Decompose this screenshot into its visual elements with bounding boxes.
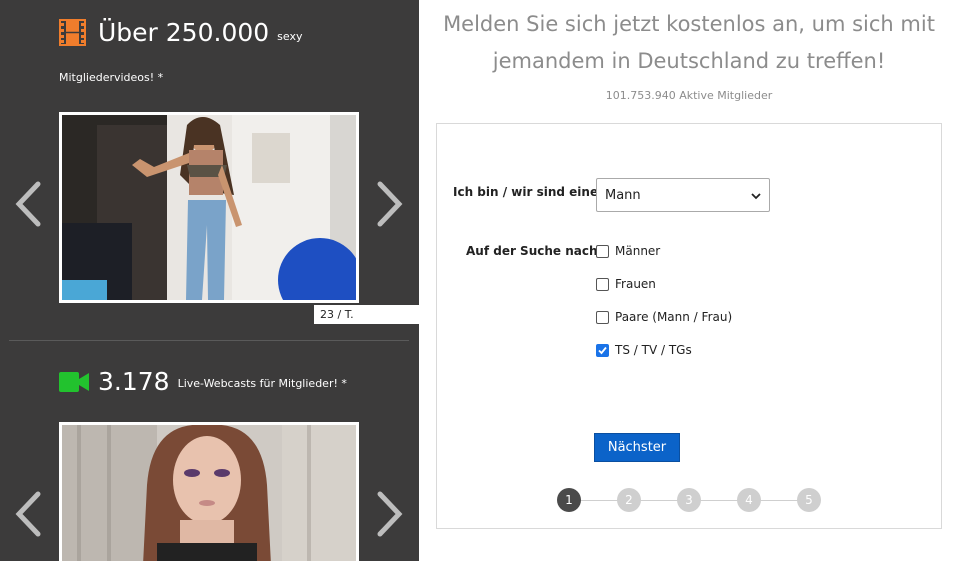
signup-form-card: Ich bin / wir sind eine Mann Auf der Suc… <box>436 123 942 529</box>
option-label: TS / TV / TGs <box>615 343 692 357</box>
option-ts-tv-tgs[interactable]: TS / TV / TGs <box>596 343 692 357</box>
chevron-left-icon[interactable] <box>14 491 42 537</box>
option-paare[interactable]: Paare (Mann / Frau) <box>596 310 732 324</box>
iam-select-value: Mann <box>605 187 641 203</box>
videos-subtitle: Mitgliedervideos! * <box>59 71 164 84</box>
webcams-count: 3.178 <box>98 367 170 396</box>
iam-select[interactable]: Mann <box>596 178 770 212</box>
checkbox[interactable] <box>596 310 609 324</box>
step-1: 1 <box>557 488 581 512</box>
seeking-label: Auf der Suche nach <box>466 244 598 258</box>
active-members-count: 101.753.940 Aktive Mitglieder <box>605 89 773 102</box>
checkbox[interactable] <box>596 277 609 291</box>
chevron-down-icon <box>751 190 761 200</box>
option-label: Männer <box>615 244 661 258</box>
video-scene-image <box>62 115 356 300</box>
videos-header: Über 250.000 sexy <box>59 18 302 47</box>
chevron-left-icon[interactable] <box>14 181 42 227</box>
next-button[interactable]: Nächster <box>594 433 680 462</box>
videos-count: Über 250.000 <box>98 18 270 47</box>
webcams-header: 3.178 Live-Webcasts für Mitglieder! * <box>59 367 347 396</box>
option-label: Paare (Mann / Frau) <box>615 310 733 324</box>
video-thumbnail[interactable] <box>59 112 359 303</box>
signup-headline: Melden Sie sich jetzt kostenlos an, um s… <box>443 12 935 73</box>
step-2: 2 <box>617 488 641 512</box>
checkmark-icon <box>598 346 607 354</box>
chevron-right-icon[interactable] <box>376 181 404 227</box>
option-frauen[interactable]: Frauen <box>596 277 656 291</box>
webcam-thumbnail[interactable] <box>59 422 359 561</box>
option-label: Frauen <box>615 277 656 291</box>
step-4: 4 <box>737 488 761 512</box>
step-5: 5 <box>797 488 821 512</box>
checkbox[interactable] <box>596 244 609 258</box>
film-icon <box>59 19 86 46</box>
promo-panel: Über 250.000 sexy Mitgliedervideos! * 23… <box>0 0 419 561</box>
video-age-badge: 23 / T. <box>314 305 419 324</box>
section-divider <box>9 340 409 341</box>
option-maenner[interactable]: Männer <box>596 244 660 258</box>
videos-suffix: sexy <box>277 30 303 43</box>
webcam-scene-image <box>62 425 356 561</box>
step-indicator: 1 2 3 4 5 <box>557 488 823 512</box>
chevron-right-icon[interactable] <box>376 491 404 537</box>
checkbox-checked[interactable] <box>596 343 609 357</box>
webcams-suffix: Live-Webcasts für Mitglieder! * <box>177 377 347 390</box>
iam-label: Ich bin / wir sind eine <box>453 185 599 199</box>
step-3: 3 <box>677 488 701 512</box>
camera-icon <box>59 371 89 393</box>
